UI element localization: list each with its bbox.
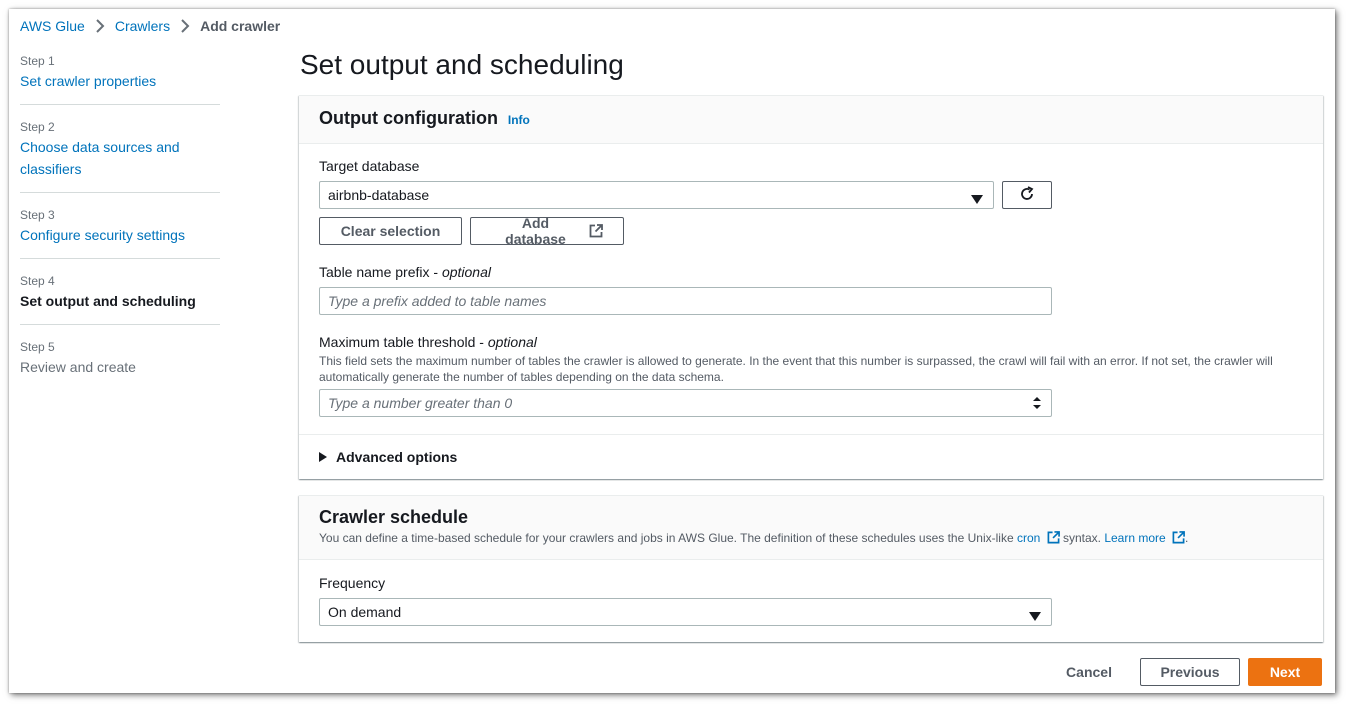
wizard-steps: Step 1 Set crawler properties Step 2 Cho… [20, 49, 220, 390]
step-current-output-scheduling: Set output and scheduling [20, 293, 196, 309]
max-table-threshold-label-text: Maximum table threshold - [319, 334, 488, 350]
breadcrumb: AWS Glue Crawlers Add crawler [20, 16, 280, 36]
caret-right-icon [319, 452, 327, 462]
window-frame: AWS Glue Crawlers Add crawler Step 1 Set… [9, 9, 1335, 693]
optional-tag: optional [487, 334, 537, 350]
crawler-schedule-panel: Crawler schedule You can define a time-b… [299, 495, 1323, 642]
add-database-button[interactable]: Add database [470, 215, 624, 247]
step-1: Step 1 Set crawler properties [20, 49, 220, 105]
crawler-schedule-description: You can define a time-based schedule for… [319, 531, 1303, 545]
description-text: You can define a time-based schedule for… [319, 531, 1017, 545]
target-database-select[interactable]: airbnb-database [319, 181, 994, 209]
external-link-icon [1047, 531, 1060, 544]
target-database-value: airbnb-database [328, 187, 430, 203]
breadcrumb-crawlers[interactable]: Crawlers [115, 18, 170, 34]
cron-link[interactable]: cron [1017, 531, 1040, 545]
step-number: Step 1 [20, 54, 55, 68]
crawler-schedule-body: Frequency On demand [299, 560, 1323, 642]
info-link[interactable]: Info [508, 113, 530, 127]
advanced-options-toggle[interactable]: Advanced options [299, 435, 1323, 479]
step-number: Step 5 [20, 340, 55, 354]
max-table-threshold-input[interactable] [319, 389, 1052, 417]
crawler-schedule-header: Crawler schedule You can define a time-b… [299, 496, 1323, 560]
frequency-select[interactable]: On demand [319, 598, 1052, 626]
add-database-label: Add database [505, 215, 566, 247]
external-link-icon [1172, 531, 1185, 544]
refresh-icon [1019, 185, 1035, 205]
output-configuration-body: Target database airbnb-database Clear se… [299, 144, 1323, 434]
learn-more-link[interactable]: Learn more [1104, 531, 1165, 545]
step-link-security-settings[interactable]: Configure security settings [20, 227, 185, 243]
step-link-data-sources[interactable]: Choose data sources and classifiers [20, 136, 190, 180]
number-spinner-icon[interactable] [1032, 395, 1042, 414]
step-5: Step 5 Review and create [20, 325, 220, 390]
table-prefix-label-text: Table name prefix - [319, 264, 442, 280]
table-prefix-label: Table name prefix - optional [319, 264, 491, 280]
description-text: . [1185, 531, 1189, 545]
advanced-options-label: Advanced options [336, 449, 458, 465]
previous-button[interactable]: Previous [1140, 658, 1240, 686]
caret-down-icon [1029, 608, 1041, 624]
output-configuration-panel: Output configuration Info Target databas… [299, 95, 1323, 479]
step-2: Step 2 Choose data sources and classifie… [20, 105, 220, 193]
page-title: Set output and scheduling [300, 49, 624, 80]
step-number: Step 4 [20, 274, 55, 288]
breadcrumb-current: Add crawler [200, 18, 281, 34]
breadcrumb-aws-glue[interactable]: AWS Glue [20, 18, 85, 34]
step-number: Step 2 [20, 120, 55, 134]
step-3: Step 3 Configure security settings [20, 193, 220, 259]
output-configuration-header: Output configuration Info [299, 96, 1323, 144]
max-table-threshold-description: This field sets the maximum number of ta… [319, 354, 1273, 384]
next-button[interactable]: Next [1248, 658, 1322, 686]
section-title: Crawler schedule [319, 507, 469, 527]
frequency-value: On demand [328, 604, 402, 620]
step-review-create: Review and create [20, 359, 136, 375]
caret-down-icon [971, 191, 983, 207]
chevron-right-icon [174, 18, 196, 34]
step-number: Step 3 [20, 208, 55, 222]
target-database-label: Target database [319, 158, 420, 174]
refresh-button[interactable] [1002, 181, 1052, 209]
frequency-label: Frequency [319, 575, 386, 591]
max-table-threshold-field [319, 389, 1052, 417]
section-title: Output configuration [319, 108, 498, 128]
clear-selection-button[interactable]: Clear selection [319, 217, 462, 245]
chevron-right-icon [89, 18, 111, 34]
optional-tag: optional [441, 264, 491, 280]
max-table-threshold-label: Maximum table threshold - optional [319, 334, 537, 350]
table-prefix-input[interactable] [319, 287, 1052, 315]
cancel-button[interactable]: Cancel [1049, 658, 1129, 686]
step-4: Step 4 Set output and scheduling [20, 259, 220, 325]
step-link-crawler-properties[interactable]: Set crawler properties [20, 73, 156, 89]
external-link-icon [589, 224, 603, 238]
description-text: syntax. [1059, 531, 1105, 545]
